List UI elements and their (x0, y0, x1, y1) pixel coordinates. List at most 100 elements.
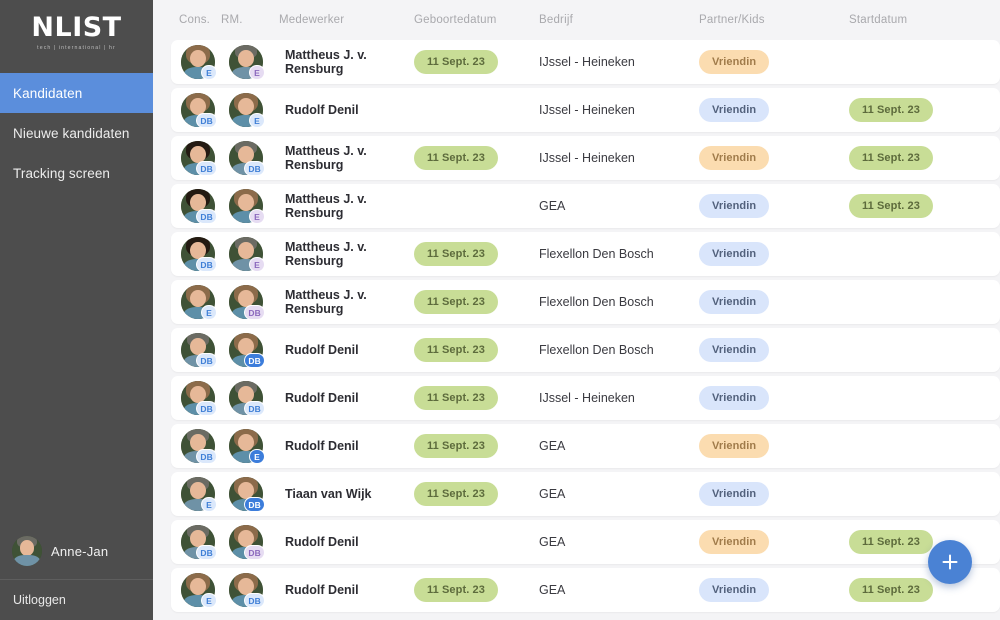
sidebar-item-nieuwe-kandidaten[interactable]: Nieuwe kandidaten (0, 113, 153, 153)
table-row[interactable]: DB DB Rudolf Denil 11 Sept. 23 IJssel - Hein… (171, 376, 1000, 420)
consultant-avatar[interactable]: E (173, 45, 221, 80)
rm-avatar[interactable]: DB (221, 381, 279, 416)
startdatum-cell: 11 Sept. 23 (849, 530, 1000, 554)
rm-avatar[interactable]: E (221, 189, 279, 224)
partner-kids-cell: Vriendin (699, 146, 849, 170)
consultant-avatar[interactable]: DB (173, 237, 221, 272)
avatar: E (181, 573, 217, 608)
consultant-avatar[interactable]: DB (173, 189, 221, 224)
table-row[interactable]: DB E Rudolf Denil IJssel - Heineken Vriendin… (171, 88, 1000, 132)
table-row[interactable]: E E Mattheus J. v. Rensburg 11 Sept. 23 IJss… (171, 40, 1000, 84)
geboortedatum-chip[interactable]: 11 Sept. 23 (414, 50, 498, 74)
rm-avatar[interactable]: DB (221, 477, 279, 512)
geboortedatum-cell: 11 Sept. 23 (414, 338, 539, 362)
add-button[interactable] (928, 540, 972, 584)
avatar: DB (229, 285, 265, 320)
column-header-name[interactable]: Medewerker (279, 14, 414, 26)
table-row[interactable]: E DB Mattheus J. v. Rensburg 11 Sept. 23 Fle… (171, 280, 1000, 324)
consultant-avatar[interactable]: DB (173, 141, 221, 176)
partner-kids-cell: Vriendin (699, 482, 849, 506)
partner-kids-chip[interactable]: Vriendin (699, 98, 770, 122)
consultant-avatar[interactable]: DB (173, 525, 221, 560)
column-header-bedr[interactable]: Bedrijf (539, 14, 699, 26)
rm-avatar[interactable]: E (221, 429, 279, 464)
avatar: DB (181, 189, 217, 224)
geboortedatum-chip[interactable]: 11 Sept. 23 (414, 482, 498, 506)
rm-avatar[interactable]: DB (221, 573, 279, 608)
partner-kids-chip[interactable]: Vriendin (699, 194, 770, 218)
consultant-avatar[interactable]: DB (173, 381, 221, 416)
rm-avatar[interactable]: DB (221, 141, 279, 176)
rm-avatar[interactable]: E (221, 93, 279, 128)
bedrijf: IJssel - Heineken (539, 151, 635, 165)
table-row[interactable]: DB DB Rudolf Denil GEA Vriendin 11 Sept. 23 (171, 520, 1000, 564)
consultant-avatar[interactable]: DB (173, 429, 221, 464)
table-row[interactable]: DB E Mattheus J. v. Rensburg GEA Vriendin 11 … (171, 184, 1000, 228)
rm-avatar[interactable]: E (221, 237, 279, 272)
consultant-avatar[interactable]: DB (173, 93, 221, 128)
column-header-start[interactable]: Startdatum (849, 14, 1000, 26)
rm-avatar[interactable]: DB (221, 285, 279, 320)
partner-kids-chip[interactable]: Vriendin (699, 482, 770, 506)
partner-kids-chip[interactable]: Vriendin (699, 290, 770, 314)
startdatum-chip[interactable]: 11 Sept. 23 (849, 194, 933, 218)
rm-avatar[interactable]: DB (221, 525, 279, 560)
geboortedatum-chip[interactable]: 11 Sept. 23 (414, 242, 498, 266)
partner-kids-chip[interactable]: Vriendin (699, 434, 770, 458)
geboortedatum-chip[interactable]: 11 Sept. 23 (414, 578, 498, 602)
geboortedatum-cell: 11 Sept. 23 (414, 578, 539, 602)
brand: NLIST tech | international | hr (0, 0, 153, 51)
geboortedatum-cell: 11 Sept. 23 (414, 386, 539, 410)
column-header-geb[interactable]: Geboortedatum (414, 14, 539, 26)
table-row[interactable]: DB DB Mattheus J. v. Rensburg 11 Sept. 23 IJ… (171, 136, 1000, 180)
logout-button[interactable]: Uitloggen (0, 579, 153, 620)
geboortedatum-cell: 11 Sept. 23 (414, 482, 539, 506)
table-row[interactable]: E DB Tiaan van Wijk 11 Sept. 23 GEA Vriendin (171, 472, 1000, 516)
avatar-initials-badge: DB (244, 401, 265, 416)
rm-avatar[interactable]: DB (221, 333, 279, 368)
geboortedatum-chip[interactable]: 11 Sept. 23 (414, 146, 498, 170)
geboortedatum-chip[interactable]: 11 Sept. 23 (414, 386, 498, 410)
table-row[interactable]: E DB Rudolf Denil 11 Sept. 23 GEA Vriendin 11 … (171, 568, 1000, 612)
avatar: DB (229, 381, 265, 416)
rm-avatar[interactable]: E (221, 45, 279, 80)
startdatum-chip[interactable]: 11 Sept. 23 (849, 146, 933, 170)
partner-kids-chip[interactable]: Vriendin (699, 386, 770, 410)
partner-kids-chip[interactable]: Vriendin (699, 578, 770, 602)
bedrijf: IJssel - Heineken (539, 55, 635, 69)
table-row[interactable]: DB E Rudolf Denil 11 Sept. 23 GEA Vriendin (171, 424, 1000, 468)
startdatum-chip[interactable]: 11 Sept. 23 (849, 530, 933, 554)
avatar: DB (229, 573, 265, 608)
column-header-rm[interactable]: RM. (221, 14, 279, 26)
avatar-initials-badge: DB (196, 353, 217, 368)
sidebar-item-kandidaten[interactable]: Kandidaten (0, 73, 171, 113)
sidebar-item-label: Kandidaten (13, 85, 83, 101)
consultant-avatar[interactable]: E (173, 573, 221, 608)
partner-kids-chip[interactable]: Vriendin (699, 242, 770, 266)
column-header-part[interactable]: Partner/Kids (699, 14, 849, 26)
avatar: E (181, 285, 217, 320)
consultant-avatar[interactable]: E (173, 477, 221, 512)
startdatum-chip[interactable]: 11 Sept. 23 (849, 98, 933, 122)
bedrijf: IJssel - Heineken (539, 103, 635, 117)
column-header-cons[interactable]: Cons. (173, 14, 221, 26)
partner-kids-chip[interactable]: Vriendin (699, 50, 770, 74)
startdatum-chip[interactable]: 11 Sept. 23 (849, 578, 933, 602)
partner-kids-chip[interactable]: Vriendin (699, 146, 770, 170)
consultant-avatar[interactable]: DB (173, 333, 221, 368)
geboortedatum-chip[interactable]: 11 Sept. 23 (414, 434, 498, 458)
partner-kids-chip[interactable]: Vriendin (699, 338, 770, 362)
avatar-initials-badge: E (201, 305, 217, 320)
geboortedatum-chip[interactable]: 11 Sept. 23 (414, 290, 498, 314)
employee-name: Mattheus J. v. Rensburg (285, 144, 367, 172)
avatar: DB (181, 381, 217, 416)
table-row[interactable]: DB E Mattheus J. v. Rensburg 11 Sept. 23 Fle… (171, 232, 1000, 276)
partner-kids-chip[interactable]: Vriendin (699, 530, 770, 554)
employee-name: Mattheus J. v. Rensburg (285, 48, 367, 76)
avatar: E (229, 429, 265, 464)
sidebar-user[interactable]: Anne-Jan (0, 523, 153, 579)
consultant-avatar[interactable]: E (173, 285, 221, 320)
table-row[interactable]: DB DB Rudolf Denil 11 Sept. 23 Flexellon Den… (171, 328, 1000, 372)
geboortedatum-chip[interactable]: 11 Sept. 23 (414, 338, 498, 362)
sidebar-item-tracking-screen[interactable]: Tracking screen (0, 153, 153, 193)
